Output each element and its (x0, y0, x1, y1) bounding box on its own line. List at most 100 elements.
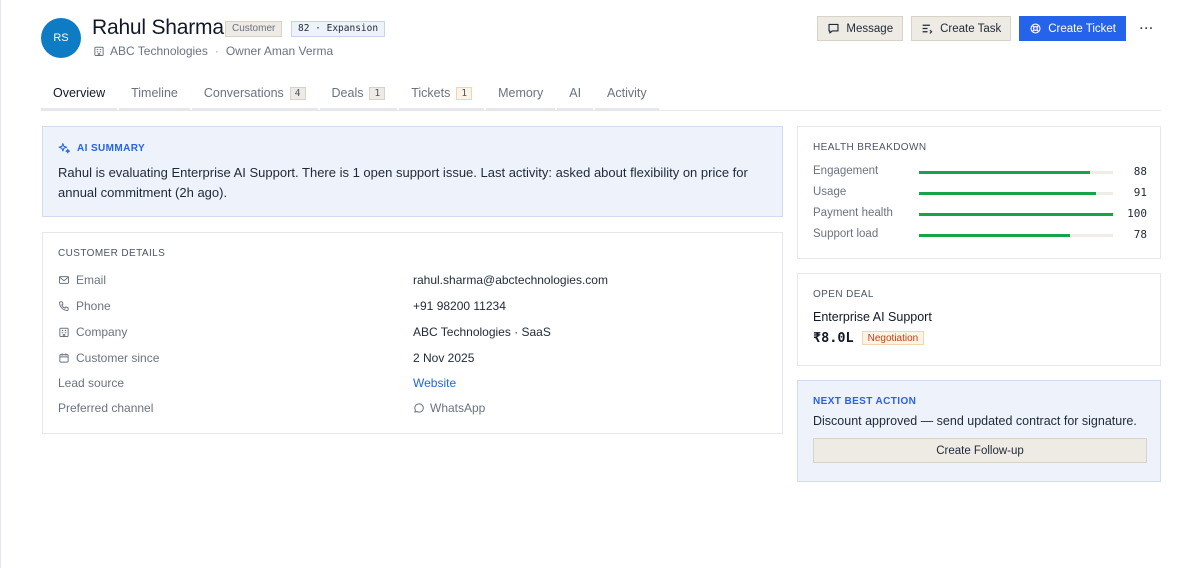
type-badge: Customer (225, 21, 283, 37)
health-bar-track (919, 171, 1113, 174)
mail-icon (59, 276, 69, 284)
company-value: ABC Technologies · SaaS (413, 325, 551, 339)
detail-row-email: Email rahul.sharma@abctechnologies.com (58, 273, 768, 289)
calendar-icon (59, 353, 69, 363)
more-options-button[interactable]: ··· (1134, 16, 1160, 41)
health-value: 78 (1133, 228, 1147, 241)
detail-label: Phone (58, 299, 111, 313)
building-icon (59, 327, 69, 337)
message-icon (828, 23, 839, 34)
customer-details-card: CUSTOMER DETAILS Email rahul.sharma@abct… (42, 232, 783, 434)
tab-memory[interactable]: Memory (486, 78, 556, 110)
contact-name: Rahul Sharma (92, 16, 224, 39)
health-bar-fill (919, 213, 1113, 216)
detail-row-preferred-channel: Preferred channel WhatsApp (58, 401, 768, 417)
building-icon (94, 46, 104, 56)
chat-bubble-icon (414, 403, 424, 413)
tab-label: Activity (607, 86, 647, 100)
customer-details-title: CUSTOMER DETAILS (58, 248, 166, 259)
health-value: 100 (1127, 207, 1147, 220)
tab-ai[interactable]: AI (557, 78, 594, 110)
tab-bar: Overview Timeline Conversations 4 Deals 1 … (41, 78, 1161, 111)
tab-conversations[interactable]: Conversations 4 (191, 78, 318, 110)
detail-label-text: Preferred channel (58, 401, 154, 415)
detail-row-phone: Phone +91 98200 11234 (58, 299, 768, 315)
sparkle-icon (58, 143, 71, 154)
message-button[interactable]: Message (817, 16, 904, 41)
tab-label: AI (569, 86, 582, 100)
create-task-button[interactable]: Create Task (911, 16, 1012, 41)
health-bar-track (919, 192, 1113, 195)
health-row-support-load: Support load 78 (813, 228, 1147, 242)
detail-row-company: Company ABC Technologies · SaaS (58, 325, 768, 341)
next-best-action-card: NEXT BEST ACTION Discount approved — sen… (797, 380, 1161, 482)
contact-subline: ABC Technologies · Owner Aman Verma (93, 44, 333, 58)
header-actions: Message Create Task Create Ticket ··· (817, 16, 1160, 41)
health-breakdown-card: HEALTH BREAKDOWN Engagement 88 Usage 91 … (797, 126, 1161, 259)
tab-label: Conversations (203, 86, 284, 100)
health-value: 91 (1133, 186, 1147, 199)
detail-label: Preferred channel (58, 401, 153, 415)
detail-row-customer-since: Customer since 2 Nov 2025 (58, 351, 768, 367)
owner-label: Owner Aman Verma (225, 44, 334, 58)
tab-tickets[interactable]: Tickets 1 (399, 78, 485, 110)
tab-count-badge: 1 (369, 86, 386, 100)
preferred-channel-text: WhatsApp (430, 401, 486, 415)
health-label: Engagement (813, 165, 879, 177)
next-best-action-title: NEXT BEST ACTION (813, 396, 917, 407)
detail-label: Lead source (58, 376, 124, 390)
deal-name[interactable]: Enterprise AI Support (813, 310, 1145, 324)
open-deal-card[interactable]: OPEN DEAL Enterprise AI Support ₹8.0L Ne… (797, 273, 1161, 366)
create-ticket-button[interactable]: Create Ticket (1019, 16, 1126, 41)
health-value: 88 (1133, 165, 1147, 178)
tab-label: Tickets (411, 86, 451, 100)
health-label: Payment health (813, 207, 893, 219)
tab-label: Timeline (131, 86, 178, 100)
health-breakdown-title: HEALTH BREAKDOWN (813, 142, 927, 153)
phone-value[interactable]: +91 98200 11234 (413, 299, 506, 313)
tab-label: Deals (331, 86, 364, 100)
tab-activity[interactable]: Activity (595, 78, 659, 110)
preferred-channel-value: WhatsApp (413, 401, 485, 415)
health-row-usage: Usage 91 (813, 186, 1147, 200)
next-best-action-text: Discount approved — send updated contrac… (813, 414, 1137, 428)
tab-timeline[interactable]: Timeline (119, 78, 190, 110)
separator: · (214, 44, 219, 58)
avatar: RS (41, 18, 81, 58)
profile-header: RS Rahul Sharma Customer 82 · Expansion … (41, 16, 1160, 60)
task-list-icon (922, 24, 933, 34)
email-value[interactable]: rahul.sharma@abctechnologies.com (413, 273, 608, 287)
detail-row-lead-source: Lead source Website (58, 376, 768, 392)
create-ticket-label: Create Ticket (1048, 22, 1116, 35)
tab-count-badge: 1 (456, 86, 473, 100)
health-row-payment: Payment health 100 (813, 207, 1147, 221)
ai-summary-text: Rahul is evaluating Enterprise AI Suppor… (58, 165, 748, 200)
tab-overview[interactable]: Overview (41, 78, 118, 110)
create-task-label: Create Task (940, 22, 1002, 35)
health-row-engagement: Engagement 88 (813, 165, 1147, 179)
health-label: Support load (813, 228, 879, 240)
detail-label-text: Email (76, 273, 107, 287)
tab-label: Memory (498, 86, 544, 100)
detail-label: Email (58, 273, 106, 287)
detail-label: Customer since (58, 351, 159, 365)
create-follow-up-button[interactable]: Create Follow-up (813, 438, 1147, 463)
open-deal-title: OPEN DEAL (813, 289, 874, 300)
health-bar-fill (919, 192, 1096, 195)
phone-icon (59, 301, 69, 311)
detail-label-text: Lead source (58, 376, 125, 390)
lead-source-link[interactable]: Website (413, 376, 456, 390)
company-link[interactable]: ABC Technologies (110, 44, 208, 58)
health-bar-fill (919, 234, 1071, 237)
health-bar-fill (919, 171, 1090, 174)
lifebuoy-icon (1030, 23, 1041, 34)
detail-label-text: Customer since (76, 351, 160, 365)
tab-deals[interactable]: Deals 1 (319, 78, 398, 110)
deal-amount-row: ₹8.0L Negotiation (813, 330, 1145, 346)
detail-label: Company (58, 325, 127, 339)
deal-stage-badge: Negotiation (861, 331, 925, 345)
health-label: Usage (813, 186, 847, 198)
health-bar-track (919, 234, 1113, 237)
message-label: Message (846, 22, 894, 35)
customer-since-value: 2 Nov 2025 (413, 351, 475, 365)
